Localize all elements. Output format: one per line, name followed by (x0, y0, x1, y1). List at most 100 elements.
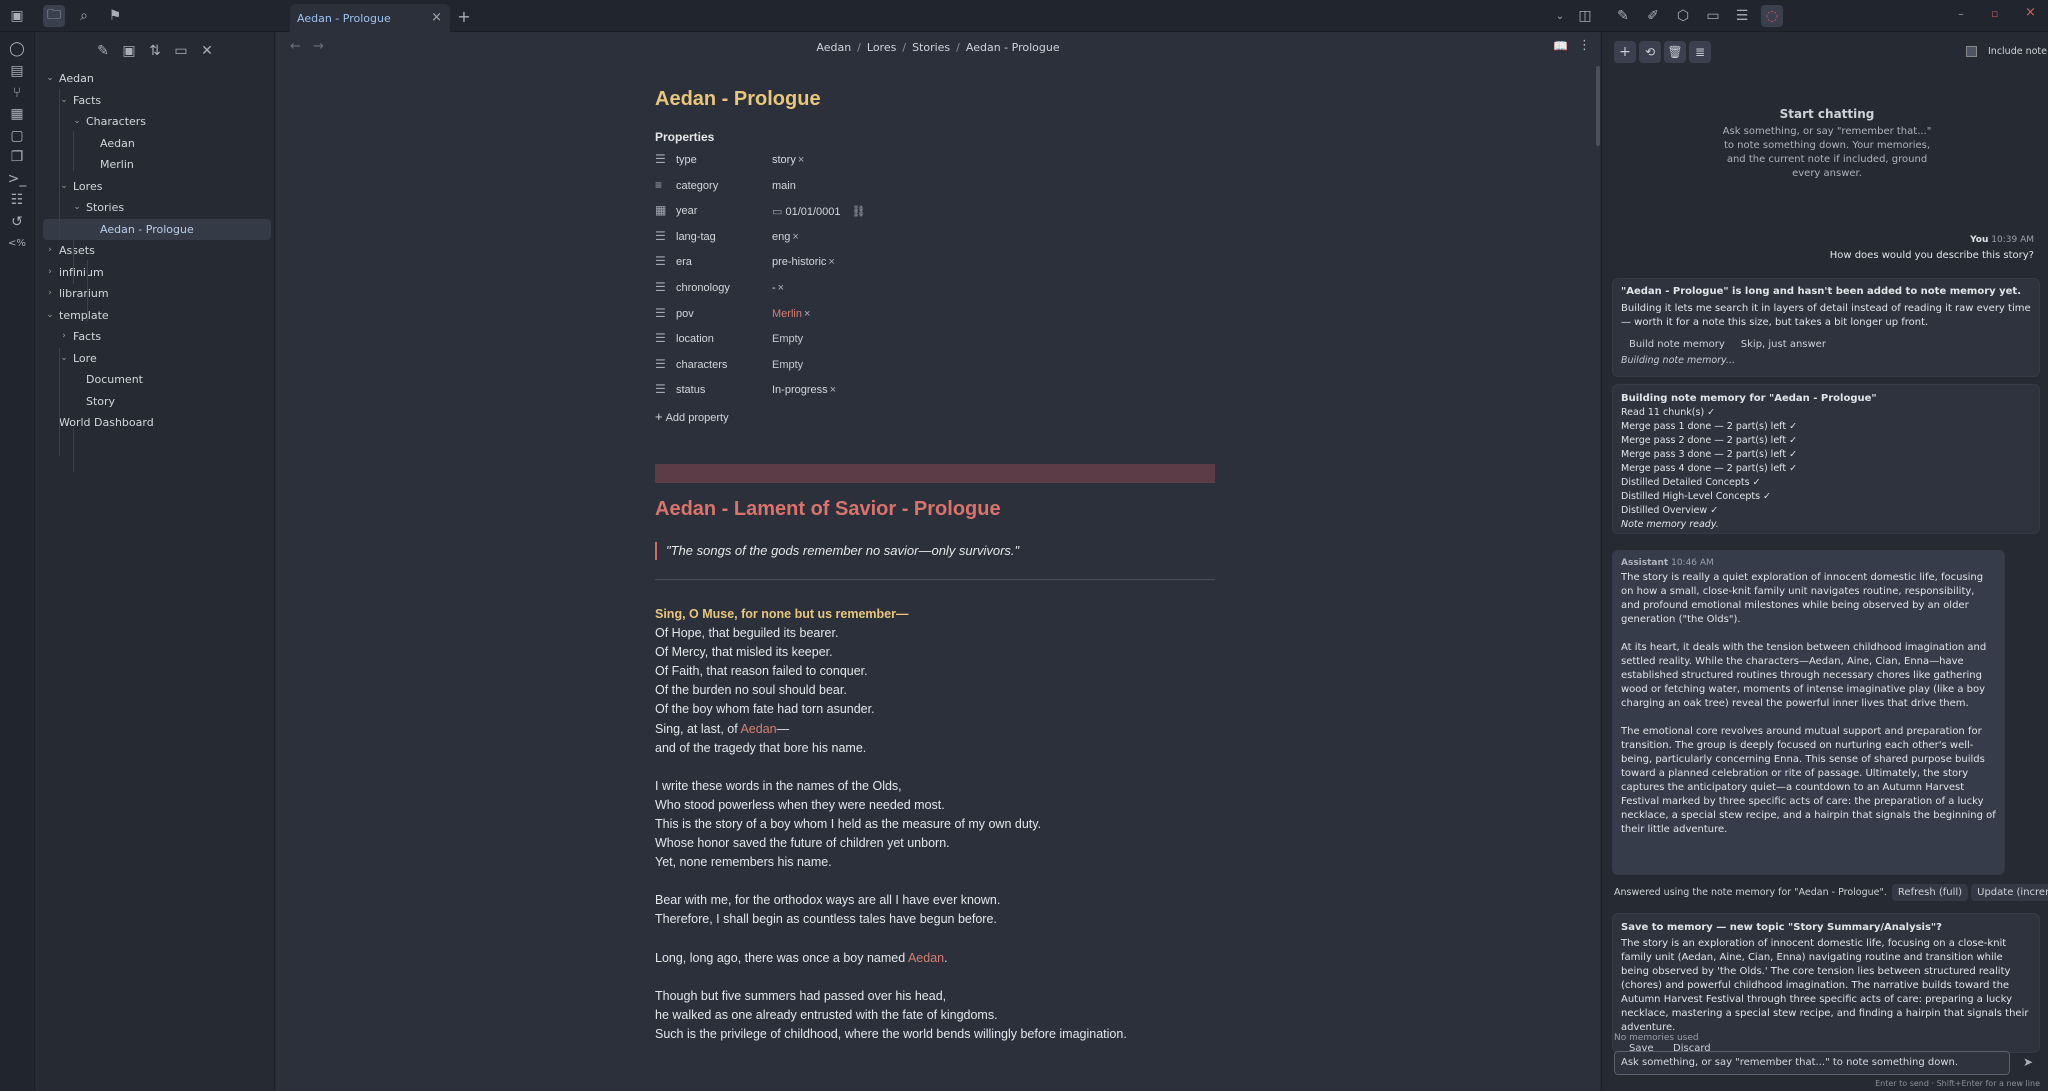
update-incremental-button[interactable]: Update (incremental) (1971, 884, 2048, 901)
property-value[interactable]: main (772, 180, 796, 192)
close-icon[interactable]: × (431, 10, 442, 25)
property-key[interactable]: category (676, 180, 718, 192)
property-key[interactable]: characters (676, 359, 727, 371)
tag-icon[interactable]: ⬡ (1672, 5, 1694, 27)
search-icon[interactable]: ⌕ (73, 5, 95, 27)
aedan-link[interactable]: Aedan (740, 722, 776, 736)
chat-icon[interactable]: ◌ (1761, 5, 1783, 27)
include-note-checkbox[interactable] (1966, 46, 1977, 57)
skip-button[interactable]: Skip, just answer (1733, 335, 1834, 354)
property-key[interactable]: type (676, 154, 697, 166)
graph-icon[interactable]: ⑂ (6, 82, 28, 104)
file-icon[interactable]: ▤ (6, 60, 28, 82)
chevron-right-icon[interactable]: › (45, 262, 55, 284)
tab-aedan-prologue[interactable]: Aedan - Prologue × (290, 4, 450, 32)
aedan-link[interactable]: Aedan (908, 951, 944, 965)
close-window-icon[interactable]: × (2025, 5, 2036, 20)
tree-item[interactable]: ⌄ Facts (43, 90, 271, 112)
copy-icon[interactable]: ❐ (6, 146, 28, 168)
property-value[interactable]: Empty (772, 333, 803, 345)
minimize-icon[interactable]: – (1958, 7, 1964, 21)
chevron-right-icon[interactable]: › (59, 326, 69, 348)
tree-item[interactable]: ⌄ Aedan (43, 68, 271, 90)
chevron-down-icon[interactable]: ⌄ (45, 305, 55, 327)
list-icon[interactable]: ☰ (1731, 5, 1753, 27)
breadcrumb-item[interactable]: Stories (912, 41, 950, 54)
new-folder-icon[interactable]: ▣ (118, 40, 140, 62)
chevron-down-icon[interactable]: ⌄ (72, 111, 82, 133)
sidebar-toggle-icon[interactable]: ▣ (6, 5, 28, 27)
chevron-right-icon[interactable]: › (45, 283, 55, 305)
remove-value-icon[interactable]: × (778, 282, 784, 294)
breadcrumb-item[interactable]: Aedan (816, 41, 851, 54)
chevron-down-icon[interactable]: ⌄ (59, 348, 69, 370)
grid-icon[interactable]: ▦ (6, 103, 28, 125)
build-note-memory-button[interactable]: Build note memory (1621, 335, 1733, 354)
link-icon[interactable]: ⛓ (849, 206, 866, 218)
tree-item[interactable]: Merlin (43, 154, 271, 176)
remove-value-icon[interactable]: × (828, 256, 834, 268)
tree-item[interactable]: Story (43, 391, 271, 413)
add-property-button[interactable]: + Add property (655, 409, 1215, 424)
property-key[interactable]: year (676, 205, 697, 217)
property-key[interactable]: location (676, 333, 714, 345)
tree-item[interactable]: ⌄ Lores (43, 176, 271, 198)
chevron-down-icon[interactable]: ⌄ (45, 68, 55, 90)
new-chat-plus-icon[interactable]: + (1614, 41, 1636, 63)
chevron-down-icon[interactable]: ⌄ (1549, 5, 1571, 27)
property-value[interactable]: Merlin × (772, 308, 810, 320)
chevron-down-icon[interactable]: ⌄ (59, 176, 69, 198)
folder-icon[interactable]: 🗀 (43, 5, 65, 27)
reading-view-icon[interactable]: 📖 (1553, 39, 1568, 53)
tree-item[interactable]: › Facts (43, 326, 271, 348)
tree-item[interactable]: ⌄ template (43, 305, 271, 327)
property-value[interactable]: In-progress × (772, 384, 836, 396)
chevron-right-icon[interactable]: › (45, 240, 55, 262)
breadcrumb-item[interactable]: Aedan - Prologue (966, 41, 1060, 54)
more-options-icon[interactable]: ⋮ (1578, 38, 1591, 53)
plugin-a-icon[interactable]: ✎ (1612, 5, 1634, 27)
plugin-b-icon[interactable]: ✐ (1642, 5, 1664, 27)
new-note-icon[interactable]: ✎ (92, 40, 114, 62)
scrollbar[interactable] (1596, 66, 1600, 146)
tree-item[interactable]: Document (43, 369, 271, 391)
terminal-icon[interactable]: >_ (6, 168, 28, 190)
sort-icon[interactable]: ⇅ (144, 40, 166, 62)
property-key[interactable]: era (676, 256, 692, 268)
remove-value-icon[interactable]: × (798, 154, 804, 166)
property-key[interactable]: lang-tag (676, 231, 716, 243)
refresh-full-button[interactable]: Refresh (full) (1891, 884, 1969, 901)
history-icon[interactable]: ↺ (6, 211, 28, 233)
tree-item[interactable]: Aedan (43, 133, 271, 155)
property-value[interactable]: story × (772, 154, 804, 166)
remove-value-icon[interactable]: × (830, 384, 836, 396)
bookmark-icon[interactable]: ⚑ (104, 5, 126, 27)
tree-item[interactable]: ⌄ Lore (43, 348, 271, 370)
tree-item[interactable]: › librarium (43, 283, 271, 305)
right-sidebar-toggle-icon[interactable]: ◫ (1574, 5, 1596, 27)
remove-value-icon[interactable]: × (804, 308, 810, 320)
property-key[interactable]: chronology (676, 282, 730, 294)
history-icon[interactable]: ⟲ (1639, 41, 1661, 63)
maximize-icon[interactable]: ▫ (1991, 7, 1998, 20)
property-key[interactable]: status (676, 384, 705, 396)
collapse-all-icon[interactable]: ✕ (196, 40, 218, 62)
tree-item[interactable]: ⌄ Characters (43, 111, 271, 133)
tree-item[interactable]: › infinium (43, 262, 271, 284)
property-value[interactable]: Empty (772, 359, 803, 371)
chevron-down-icon[interactable]: ⌄ (59, 90, 69, 112)
tree-item[interactable]: › Assets (43, 240, 271, 262)
collapse-view-icon[interactable]: ▭ (170, 40, 192, 62)
property-value[interactable]: pre-historic × (772, 256, 835, 268)
tree-item[interactable]: ⌄ Stories (43, 197, 271, 219)
trash-icon[interactable]: 🗑 (1664, 41, 1686, 63)
send-icon[interactable]: ➤ (2017, 1051, 2039, 1073)
breadcrumb-item[interactable]: Lores (867, 41, 896, 54)
database-icon[interactable]: ≣ (1689, 41, 1711, 63)
archive-icon[interactable]: ▭ (1702, 5, 1724, 27)
property-value[interactable]: eng × (772, 231, 799, 243)
tree-item[interactable]: Aedan - Prologue (43, 218, 271, 240)
tree-item[interactable]: World Dashboard (43, 412, 271, 434)
property-value[interactable]: ▭ 01/01/0001 ⛓ (772, 205, 866, 218)
chat-bubble-icon[interactable]: ◯ (6, 38, 28, 60)
